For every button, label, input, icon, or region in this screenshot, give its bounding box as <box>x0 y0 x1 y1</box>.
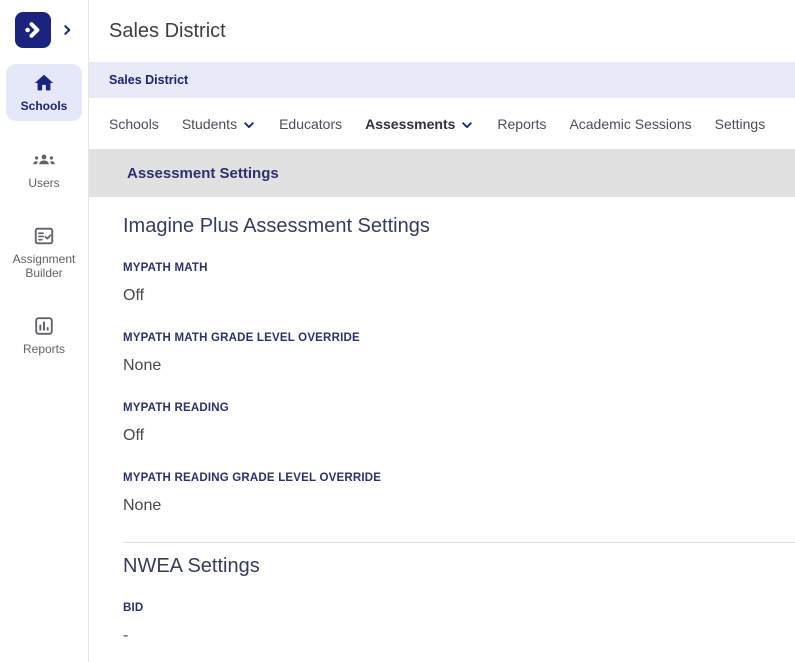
field-value: - <box>123 627 129 644</box>
tab-assessments[interactable]: Assessments <box>365 116 474 132</box>
sidebar-item-label: Assignment Builder <box>12 251 76 281</box>
groups-icon <box>32 147 56 171</box>
tab-label: Academic Sessions <box>569 115 692 132</box>
page-header: Sales District <box>89 0 795 62</box>
field-label: MYPATH READING GRADE LEVEL OVERRIDE <box>123 472 382 484</box>
breadcrumb-item-sales-district[interactable]: Sales District <box>109 73 188 87</box>
field-label: MYPATH MATH GRADE LEVEL OVERRIDE <box>123 332 360 344</box>
field-mypath-math: MYPATH MATH Off <box>123 262 771 305</box>
chevron-down-icon <box>242 118 256 132</box>
field-value: Off <box>123 427 145 444</box>
logo-row <box>14 10 74 50</box>
section-title: Assessment Settings <box>127 164 279 182</box>
sidebar-item-label: Users <box>28 176 60 191</box>
tab-label: Students <box>181 115 238 132</box>
field-label: MYPATH READING <box>123 402 229 414</box>
sidebar-item-users[interactable]: Users <box>6 139 82 198</box>
field-value: None <box>123 357 162 374</box>
nwea-settings-heading: NWEA Settings <box>123 555 260 577</box>
tab-label: Schools <box>109 115 159 132</box>
home-icon <box>33 72 55 94</box>
chevron-down-icon <box>460 118 474 132</box>
app-logo[interactable] <box>14 12 51 48</box>
section-header-bar: Assessment Settings <box>89 149 795 197</box>
field-mypath-reading-grade-level-override: MYPATH READING GRADE LEVEL OVERRIDE None <box>123 472 771 515</box>
tab-nav: Schools Students Educators Assessments R… <box>89 98 795 149</box>
main-area: Sales District Sales District Schools St… <box>89 0 795 662</box>
field-value: Off <box>123 287 145 304</box>
bar-chart-icon <box>33 315 55 337</box>
tab-label: Settings <box>714 115 766 132</box>
tab-label: Educators <box>279 115 343 132</box>
tab-settings[interactable]: Settings <box>715 116 766 132</box>
field-label: MYPATH MATH <box>123 262 208 274</box>
field-value: None <box>123 497 162 514</box>
tab-label: Assessments <box>365 115 456 132</box>
sidebar-item-assignment-builder[interactable]: Assignment Builder <box>6 217 82 289</box>
field-mypath-math-grade-level-override: MYPATH MATH GRADE LEVEL OVERRIDE None <box>123 332 771 375</box>
tab-reports[interactable]: Reports <box>497 116 546 132</box>
field-mypath-reading: MYPATH READING Off <box>123 402 771 445</box>
assignment-check-icon <box>33 225 55 247</box>
field-bid: BID - <box>123 602 771 645</box>
section-divider <box>123 542 795 543</box>
sidebar-item-schools[interactable]: Schools <box>6 64 82 122</box>
tab-label: Reports <box>497 115 547 132</box>
sidebar-item-label: Schools <box>20 99 68 113</box>
tab-students[interactable]: Students <box>182 116 256 132</box>
settings-content: Imagine Plus Assessment Settings MYPATH … <box>89 197 795 662</box>
tab-educators[interactable]: Educators <box>279 116 342 132</box>
tab-schools[interactable]: Schools <box>109 116 159 132</box>
breadcrumb: Sales District <box>89 62 795 98</box>
sidebar-expand-toggle[interactable] <box>60 23 74 37</box>
sidebar: Schools Users Assignment Builder Reports <box>0 0 89 662</box>
page-title: Sales District <box>109 19 226 42</box>
sidebar-item-reports[interactable]: Reports <box>6 307 82 364</box>
imagine-learning-arrow-icon <box>21 18 45 42</box>
field-label: BID <box>123 602 144 614</box>
sidebar-item-label: Reports <box>22 341 66 356</box>
chevron-right-icon <box>60 23 74 37</box>
tab-academic-sessions[interactable]: Academic Sessions <box>569 116 691 132</box>
imagine-plus-settings-heading: Imagine Plus Assessment Settings <box>123 215 430 237</box>
